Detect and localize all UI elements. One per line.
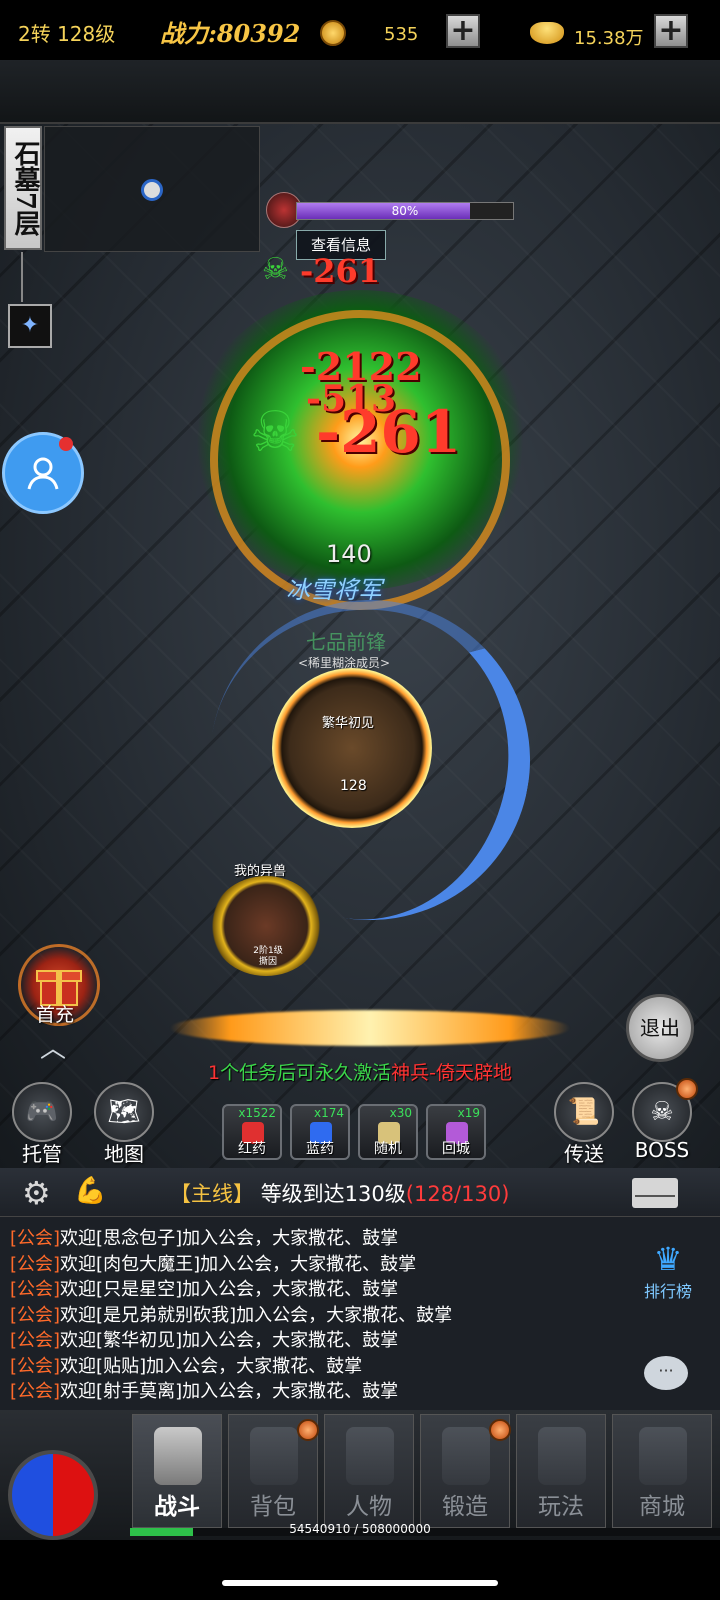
coin-icon	[320, 20, 346, 46]
item-slot-blue-potion[interactable]: x174 蓝药	[290, 1104, 350, 1160]
exit-button[interactable]: 退出	[626, 994, 694, 1062]
tab-backpack[interactable]: 背包	[228, 1414, 319, 1528]
boss-label: BOSS	[634, 1138, 690, 1162]
map-label: 地图	[104, 1142, 144, 1166]
combat-power: 战力:80392	[160, 19, 301, 48]
tab-gameplay[interactable]: 玩法	[516, 1414, 606, 1528]
tab-battle[interactable]: 战斗	[132, 1414, 222, 1528]
ingot-count: 15.38万	[574, 28, 644, 49]
map-button[interactable]: 🗺	[94, 1082, 154, 1142]
player-rank-title: 七品前锋	[306, 630, 386, 654]
main-quest-text[interactable]: 【主线】 等级到达130级(128/130)	[170, 1178, 509, 1208]
player-location-pin-icon	[141, 179, 163, 201]
add-coins-button[interactable]: +	[446, 14, 480, 48]
strength-icon[interactable]: 💪	[74, 1176, 106, 1206]
scroll-icon: 📜	[567, 1097, 601, 1127]
auto-battle-button[interactable]: 🎮	[12, 1082, 72, 1142]
weapon-quest-tip: 1个任务后可永久激活神兵-倚天辟地	[208, 1062, 512, 1084]
notification-dot	[489, 1419, 511, 1441]
backpack-icon	[250, 1427, 298, 1485]
chat-message: [公会]欢迎[繁华初见]加入公会，大家撒花、鼓掌	[10, 1330, 399, 1351]
notification-dot	[59, 437, 73, 451]
tab-forge[interactable]: 锻造	[420, 1414, 511, 1528]
mail-icon[interactable]	[632, 1178, 678, 1208]
add-ingots-button[interactable]: +	[654, 14, 688, 48]
coin-count: 535	[384, 24, 419, 45]
damage-number: -261	[300, 252, 381, 290]
item-slot-random-scroll[interactable]: x30 随机	[358, 1104, 418, 1160]
anvil-icon	[442, 1427, 490, 1485]
damage-number: -261	[316, 398, 462, 466]
teleport-label: 传送	[564, 1142, 604, 1166]
auto-battle-label: 托管	[22, 1142, 62, 1166]
teleport-button[interactable]: 📜	[554, 1082, 614, 1142]
boss-button[interactable]: ☠	[632, 1078, 698, 1142]
pet-info: 2阶1级 撕因	[253, 946, 283, 967]
person-icon	[27, 457, 59, 490]
teleport-stone-icon[interactable]: ✦	[8, 304, 52, 348]
player-level-label: 2转 128级	[18, 22, 116, 46]
settings-gear-icon[interactable]: ⚙	[22, 1174, 51, 1212]
item-slot-return-scroll[interactable]: x19 回城	[426, 1104, 486, 1160]
boss-skull-icon: ☠	[650, 1097, 674, 1127]
helmet-icon	[346, 1427, 394, 1485]
player-name: 繁华初见	[322, 716, 375, 731]
tab-character[interactable]: 人物	[324, 1414, 414, 1528]
item-slot-red-potion[interactable]: x1522 红药	[222, 1104, 282, 1160]
experience-text: 54540910 / 508000000	[289, 1522, 431, 1536]
map-divider	[21, 252, 23, 302]
poison-skull-icon: ☠	[250, 400, 301, 465]
chat-message: [公会]欢迎[肉包大魔王]加入公会，大家撒花、鼓掌	[10, 1253, 417, 1275]
player-character[interactable]	[272, 668, 432, 828]
chat-message: [公会]欢迎[只是星空]加入公会，大家撒花、鼓掌	[10, 1279, 399, 1300]
notification-dot	[297, 1419, 319, 1441]
trophy-icon: ♛	[653, 1240, 683, 1278]
ingot-icon	[530, 22, 564, 44]
chat-message: [公会]欢迎[思念包子]加入公会，大家撒花、鼓掌	[10, 1228, 399, 1249]
crossed-swords-icon	[154, 1427, 202, 1485]
social-button[interactable]	[2, 432, 84, 514]
home-indicator[interactable]	[222, 1580, 498, 1586]
chat-message: [公会]欢迎[是兄弟就别砍我]加入公会，大家撒花、鼓掌	[10, 1304, 453, 1326]
map-name: 石墓7层	[4, 126, 42, 250]
notification-dot	[676, 1078, 698, 1100]
chat-message: [公会]欢迎[射手莫离]加入公会，大家撒花、鼓掌	[10, 1381, 399, 1402]
leaderboard-button[interactable]: ♛ 排行榜	[636, 1240, 700, 1302]
boss-level: 140	[326, 540, 372, 568]
player-level: 128	[340, 778, 367, 794]
first-charge-label: 首充	[36, 1004, 75, 1026]
map-icon: 🗺	[107, 1097, 141, 1127]
poison-skull-icon: ☠	[262, 252, 289, 287]
gamepad-icon: 🎮	[25, 1097, 59, 1127]
chat-log[interactable]: [公会]欢迎[思念包子]加入公会，大家撒花、鼓掌 [公会]欢迎[肉包大魔王]加入公…	[10, 1226, 630, 1405]
chat-bubble-icon[interactable]: ···	[644, 1356, 688, 1390]
chat-message: [公会]欢迎[贴贴]加入公会，大家撒花、鼓掌	[10, 1355, 363, 1377]
winged-sword-icon	[538, 1427, 586, 1485]
shop-gate-icon	[639, 1427, 687, 1485]
boss-hp-text: 80%	[391, 204, 419, 218]
top-status-bar	[0, 60, 720, 124]
tab-shop[interactable]: 商城	[612, 1414, 712, 1528]
flaming-sword-effect	[170, 1010, 570, 1046]
